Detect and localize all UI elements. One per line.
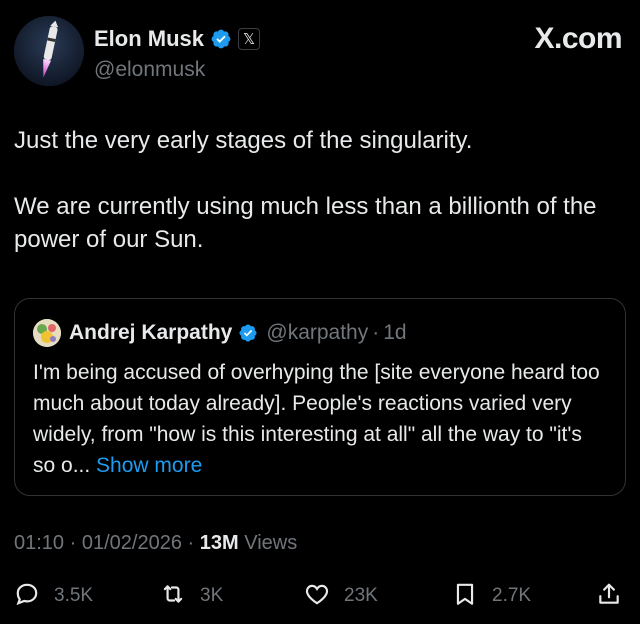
meta-separator: · [187, 532, 195, 554]
quote-text-block: I'm being accused of overhyping the [sit… [33, 357, 609, 481]
verified-badge-icon [210, 28, 232, 50]
meta-separator: · [69, 532, 77, 554]
quote-author-avatar[interactable] [33, 319, 61, 347]
like-button[interactable]: 23K [304, 578, 378, 614]
reply-button[interactable]: 3.5K [14, 578, 93, 614]
bookmark-icon [452, 581, 478, 612]
repost-count: 3K [200, 585, 224, 606]
tweet-time[interactable]: 01:10 [14, 532, 64, 554]
share-icon [596, 581, 622, 612]
author-avatar[interactable] [14, 16, 84, 86]
quote-verified-badge-icon [238, 323, 258, 343]
bookmark-count: 2.7K [492, 585, 532, 606]
tweet-date[interactable]: 01/02/2026 [82, 532, 182, 554]
quote-author-handle[interactable]: @karpathy [266, 321, 368, 345]
action-bar: 3.5K 3K 23K 2.7K [14, 578, 626, 614]
bookmark-button[interactable]: 2.7K [452, 578, 531, 614]
like-count: 23K [344, 585, 378, 606]
quote-author-name[interactable]: Andrej Karpathy [69, 321, 232, 345]
quoted-tweet-card[interactable]: Andrej Karpathy @karpathy · 1d I'm being… [14, 298, 626, 496]
show-more-link[interactable]: Show more [96, 454, 202, 477]
author-handle[interactable]: @elonmusk [94, 58, 205, 82]
repost-button[interactable]: 3K [160, 578, 223, 614]
quote-separator: · [372, 321, 380, 344]
tweet-header: Elon Musk 𝕏 @elonmusk X.com [14, 16, 626, 88]
quote-header: Andrej Karpathy @karpathy · 1d [33, 319, 407, 347]
like-icon [304, 581, 330, 612]
tweet-text: Just the very early stages of the singul… [14, 127, 597, 253]
share-button[interactable] [596, 578, 622, 614]
author-name-row: Elon Musk 𝕏 [94, 26, 261, 52]
x-com-logo: X.com [534, 22, 622, 55]
views-label: Views [244, 532, 298, 554]
views-count: 13M [199, 532, 239, 554]
reply-count: 3.5K [54, 585, 94, 606]
tweet-meta: 01:10 · 01/02/2026 · 13M Views [14, 532, 297, 555]
x-affiliate-badge-icon[interactable]: 𝕏 [238, 28, 261, 50]
author-name[interactable]: Elon Musk [94, 26, 204, 52]
quote-timestamp[interactable]: 1d [383, 321, 406, 345]
repost-icon [160, 581, 186, 612]
rocket-avatar-image [14, 16, 84, 86]
quote-avatar-image [33, 319, 61, 347]
reply-icon [14, 581, 40, 612]
